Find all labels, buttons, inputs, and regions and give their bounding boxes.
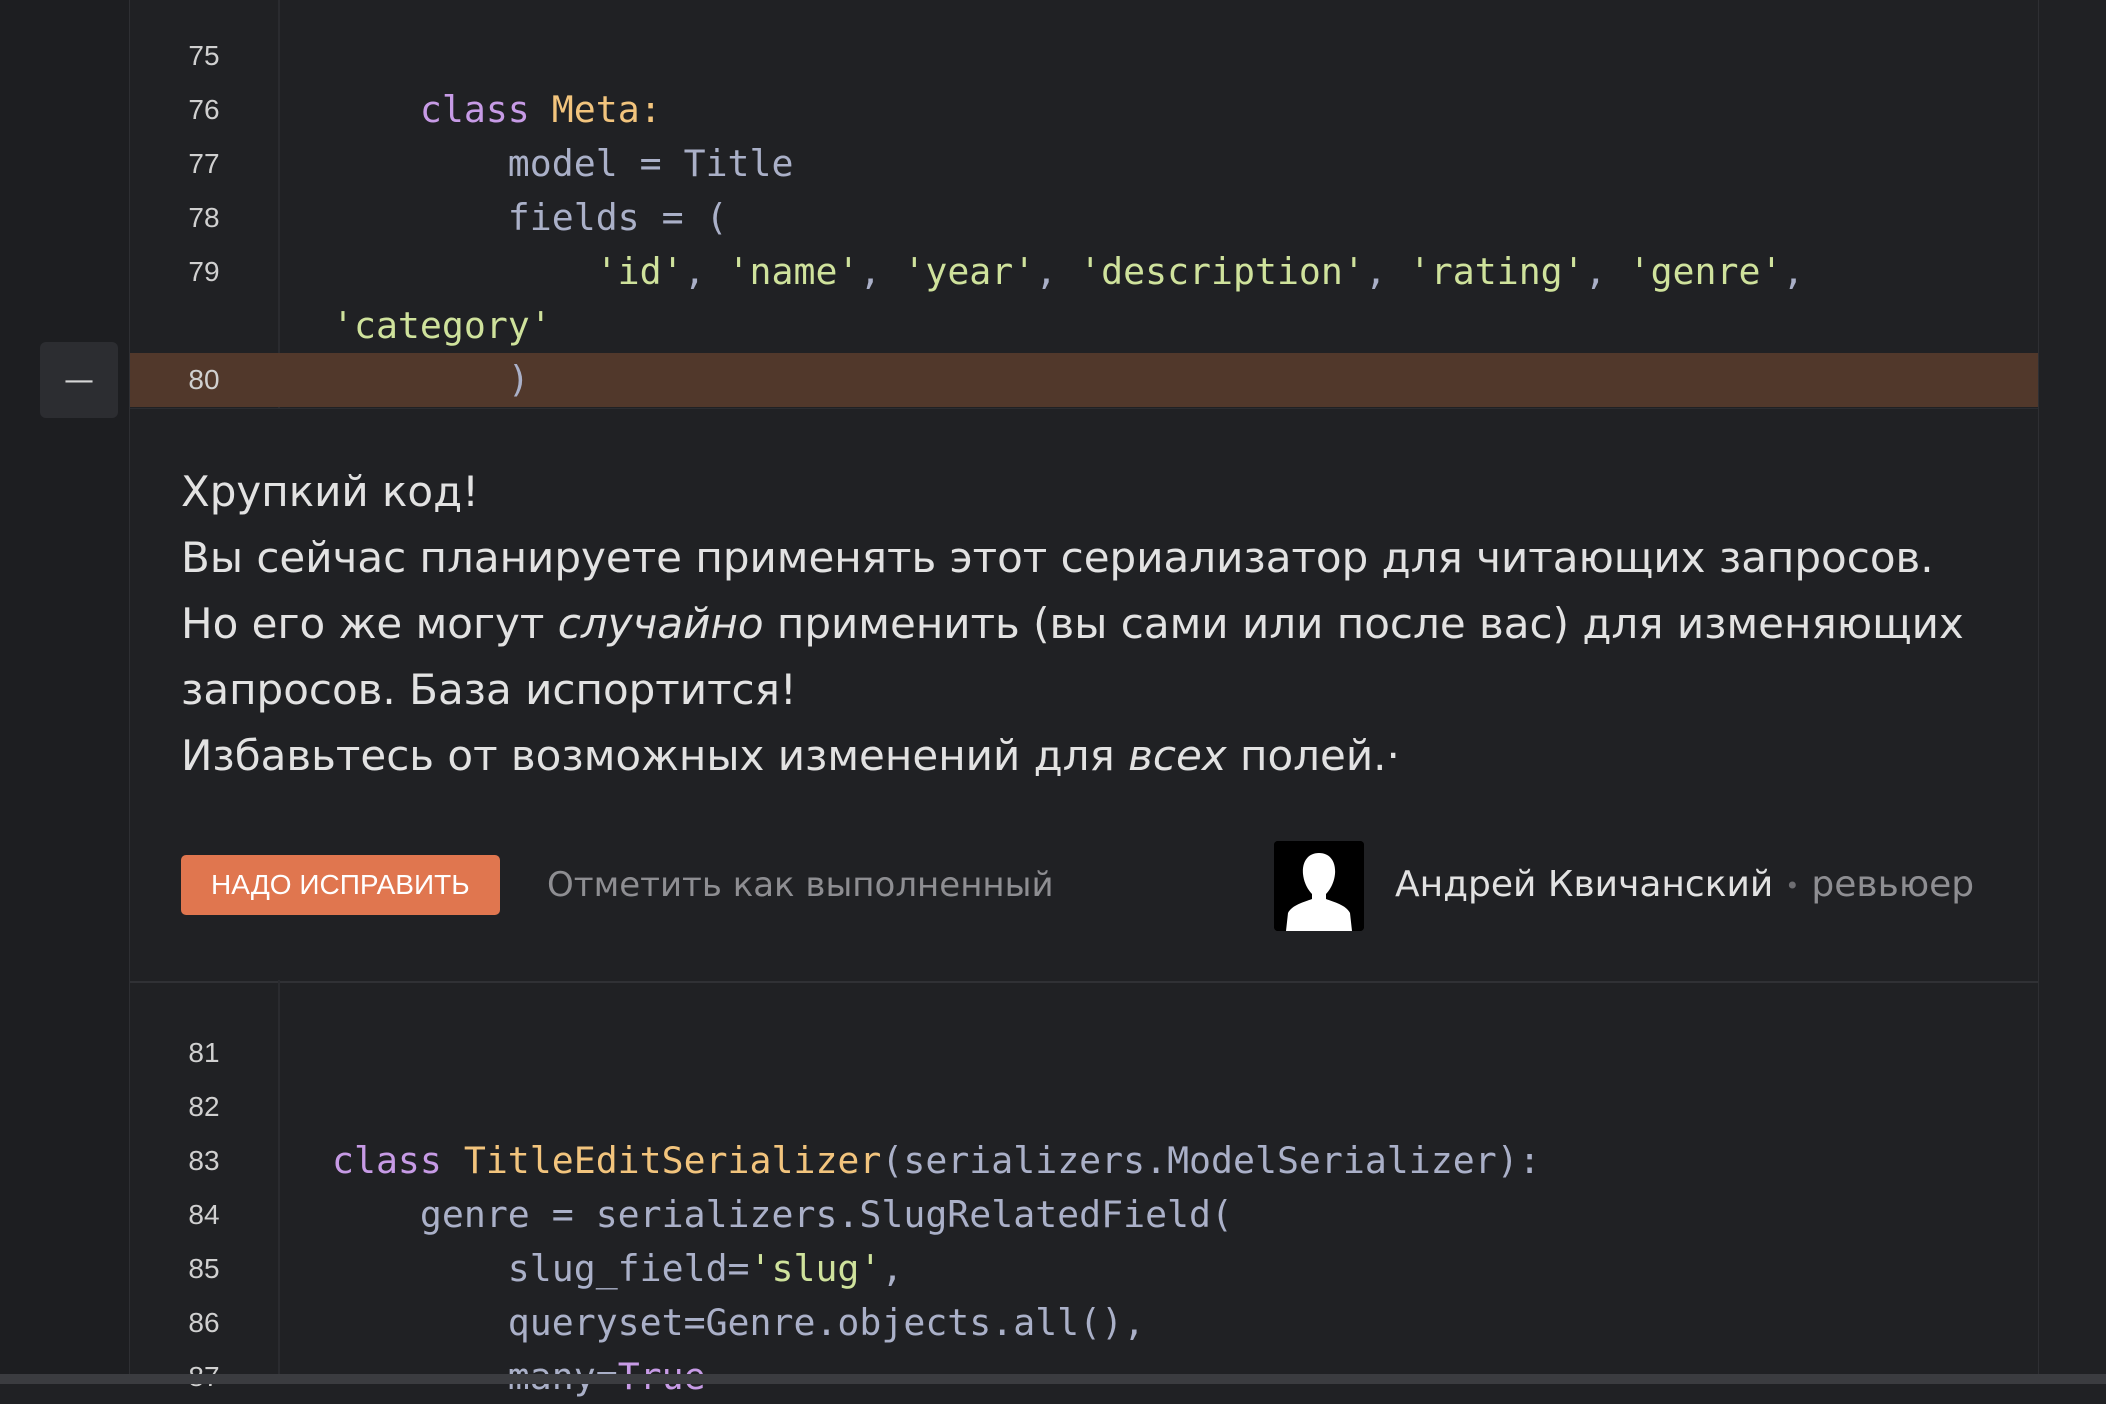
collapse-comment-button[interactable]: — [40, 342, 118, 418]
minus-icon: — [64, 362, 94, 398]
comment-title: Хрупкий код! [181, 467, 479, 516]
code-text: fields = ( [332, 191, 728, 245]
code-token: , [1584, 250, 1629, 293]
code-token: genre = serializers.SlugRelatedField( [332, 1193, 1233, 1236]
code-token: fields = ( [332, 196, 728, 239]
code-line: 'category' [130, 299, 2038, 353]
line-number[interactable]: 79 [130, 245, 278, 299]
code-line: 82 [130, 1080, 2038, 1134]
separator-dot: • [1785, 872, 1800, 900]
code-token: 'description' [1079, 250, 1365, 293]
code-text: 'id', 'name', 'year', 'description', 'ra… [332, 245, 1805, 299]
code-text: queryset=Genre.objects.all(), [332, 1296, 1145, 1350]
reviewer-name[interactable]: Андрей Квичанский [1395, 864, 1773, 905]
code-token: 'name' [727, 250, 860, 293]
code-line: 81 [130, 1026, 2038, 1080]
line-number[interactable]: 75 [130, 29, 278, 83]
code-token: 'year' [903, 250, 1036, 293]
code-line: 84 genre = serializers.SlugRelatedField( [130, 1188, 2038, 1242]
code-token: TitleEditSerializer [463, 1139, 882, 1182]
code-line: 76 class Meta: [130, 83, 2038, 137]
code-token: , [1035, 250, 1080, 293]
code-token: , [1364, 250, 1409, 293]
line-number[interactable]: 82 [130, 1080, 278, 1134]
code-line: 83 class TitleEditSerializer(serializers.… [130, 1134, 2038, 1188]
code-line: 85 slug_field='slug', [130, 1242, 2038, 1296]
line-number[interactable]: 85 [130, 1242, 278, 1296]
code-token: Meta: [551, 88, 662, 131]
reviewer-info: Андрей Квичанский • ревьюер [1395, 855, 1974, 916]
review-comment: Хрупкий код! Вы сейчас планируете примен… [130, 408, 2038, 983]
code-text: class Meta: [332, 83, 662, 137]
code-token: , [683, 250, 728, 293]
mark-as-done-link[interactable]: Отметить как выполненный [547, 855, 1054, 915]
code-token: 'rating' [1408, 250, 1585, 293]
code-line: 86 queryset=Genre.objects.all(), [130, 1296, 2038, 1350]
horizontal-scrollbar[interactable] [0, 1374, 2106, 1384]
code-token: , [881, 1247, 904, 1290]
line-number[interactable]: 84 [130, 1188, 278, 1242]
code-text: genre = serializers.SlugRelatedField( [332, 1188, 1233, 1242]
code-token: , [1782, 250, 1805, 293]
comment-body: Хрупкий код! Вы сейчас планируете примен… [181, 459, 1981, 789]
line-number[interactable]: 76 [130, 83, 278, 137]
code-token: slug_field= [332, 1247, 750, 1290]
code-token: class [419, 88, 552, 131]
code-text: 'category' [332, 299, 552, 353]
code-line: 79 'id', 'name', 'year', 'description', … [130, 245, 2038, 299]
emphasis-text: всех [1128, 731, 1227, 780]
comment-line: Вы сейчас планируете применять этот сери… [181, 533, 1934, 582]
code-token: , [859, 250, 904, 293]
code-token: 'genre' [1628, 250, 1783, 293]
comment-line: Но его же могут случайно применить (вы с… [181, 599, 1964, 714]
code-token: 'slug' [749, 1247, 882, 1290]
line-number[interactable]: 83 [130, 1134, 278, 1188]
code-text: slug_field='slug', [332, 1242, 904, 1296]
left-gutter [0, 0, 129, 1384]
code-token: ) [332, 358, 530, 401]
reviewer-avatar[interactable] [1274, 841, 1364, 931]
code-text: ) [332, 353, 530, 407]
code-line: 75 [130, 29, 2038, 83]
code-line: 77 model = Title [130, 137, 2038, 191]
reviewer-role: ревьюер [1811, 864, 1975, 905]
code-token: class [332, 1139, 464, 1182]
user-silhouette-icon [1274, 841, 1364, 931]
code-block-bottom: 81 82 83 class TitleEditSerializer(serializ… [130, 980, 2038, 1398]
code-token: 'category' [332, 304, 552, 347]
comment-line: Избавьтесь от возможных изменений для вс… [181, 731, 1400, 780]
code-token: (serializers.ModelSerializer): [881, 1139, 1541, 1182]
line-number[interactable]: 80 [130, 353, 278, 407]
line-number[interactable]: 86 [130, 1296, 278, 1350]
line-number[interactable]: 77 [130, 137, 278, 191]
code-text: model = Title [332, 137, 794, 191]
code-line: 80 ) [130, 353, 2038, 407]
code-block-top: 75 76 class Meta: 77 model = Title 78 field… [130, 0, 2038, 408]
line-number[interactable]: 78 [130, 191, 278, 245]
line-number[interactable]: 81 [130, 1026, 278, 1080]
code-text: class TitleEditSerializer(serializers.Mo… [332, 1134, 1541, 1188]
diff-panel: 75 76 class Meta: 77 model = Title 78 field… [129, 0, 2039, 1398]
code-token: model = Title [332, 142, 794, 185]
code-line: 78 fields = ( [130, 191, 2038, 245]
emphasis-text: случайно [557, 599, 764, 648]
code-token: 'id' [595, 250, 684, 293]
needs-fix-button[interactable]: НАДО ИСПРАВИТЬ [181, 855, 500, 915]
code-token: queryset=Genre.objects.all(), [332, 1301, 1146, 1344]
